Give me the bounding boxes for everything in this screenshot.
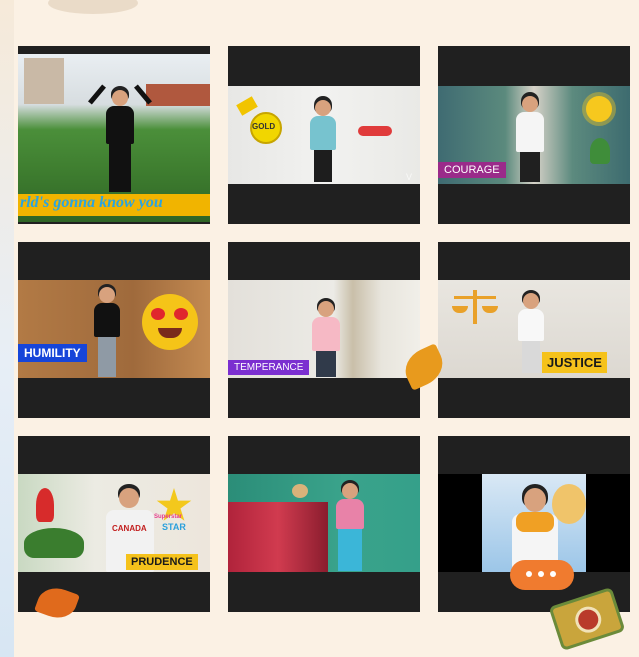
medal-text: GOLD	[252, 122, 276, 131]
video-tile-6[interactable]: JUSTICE	[438, 242, 630, 418]
video-frame: TEMPERANCE	[228, 280, 420, 378]
value-label: COURAGE	[438, 162, 506, 178]
heart-eyes-emoji-icon	[142, 294, 198, 350]
video-frame: JUSTICE	[438, 280, 630, 378]
person	[510, 92, 550, 184]
video-frame	[228, 474, 420, 572]
video-frame: CANADA Superstar STAR PRUDENCE	[18, 474, 210, 572]
person	[510, 484, 560, 572]
watermark: V	[405, 172, 412, 182]
caption-text: rld's gonna know you	[20, 194, 163, 211]
person	[90, 284, 124, 378]
value-label-text: JUSTICE	[547, 355, 602, 370]
inset-photo	[482, 474, 586, 572]
speech-bubble-icon	[510, 560, 574, 590]
scarf-shape	[516, 512, 554, 532]
value-label: TEMPERANCE	[228, 360, 310, 375]
star-sticker-icon: Superstar STAR	[154, 488, 192, 532]
sticker-line-1: Superstar	[154, 514, 183, 520]
sticker-line-2: STAR	[162, 522, 186, 532]
value-label-text: HUMILITY	[24, 346, 81, 360]
caption-banner: rld's gonna know you	[18, 194, 210, 216]
flower-icon	[36, 488, 54, 522]
value-label: JUSTICE	[542, 352, 607, 373]
fabric-shape	[228, 502, 328, 572]
value-label: HUMILITY	[18, 344, 87, 362]
shirt-text: CANADA	[112, 524, 147, 533]
roof-shape	[146, 84, 210, 106]
video-frame	[438, 474, 630, 572]
value-label-text: TEMPERANCE	[234, 362, 304, 373]
building-shape	[24, 58, 64, 104]
video-tile-8[interactable]	[228, 436, 420, 612]
video-frame: HUMILITY	[18, 280, 210, 378]
ribbon-icon	[236, 96, 258, 116]
person	[306, 96, 340, 184]
value-label-text: PRUDENCE	[131, 556, 193, 568]
plant-icon	[590, 138, 610, 164]
video-frame: rld's gonna know you	[18, 54, 210, 222]
pot-icon	[292, 484, 308, 498]
sun-icon	[586, 96, 612, 122]
video-tile-5[interactable]: TEMPERANCE	[228, 242, 420, 418]
decorative-blob	[48, 0, 138, 14]
person	[308, 298, 344, 378]
video-tile-4[interactable]: HUMILITY	[18, 242, 210, 418]
video-tile-2[interactable]: GOLD V	[228, 46, 420, 224]
video-tile-1[interactable]: rld's gonna know you	[18, 46, 210, 224]
video-frame: GOLD	[228, 86, 420, 184]
video-frame: COURAGE	[438, 86, 630, 184]
video-tile-7[interactable]: CANADA Superstar STAR PRUDENCE	[18, 436, 210, 612]
scales-icon	[452, 290, 498, 326]
video-tile-9[interactable]	[438, 436, 630, 612]
left-edge-strip	[0, 0, 14, 657]
value-label-text: COURAGE	[444, 164, 500, 176]
video-tile-3[interactable]: COURAGE	[438, 46, 630, 224]
value-label: PRUDENCE	[126, 554, 198, 570]
person	[88, 84, 152, 196]
person	[332, 480, 368, 572]
leaf-shape	[24, 528, 84, 558]
shoe-icon	[358, 126, 392, 136]
